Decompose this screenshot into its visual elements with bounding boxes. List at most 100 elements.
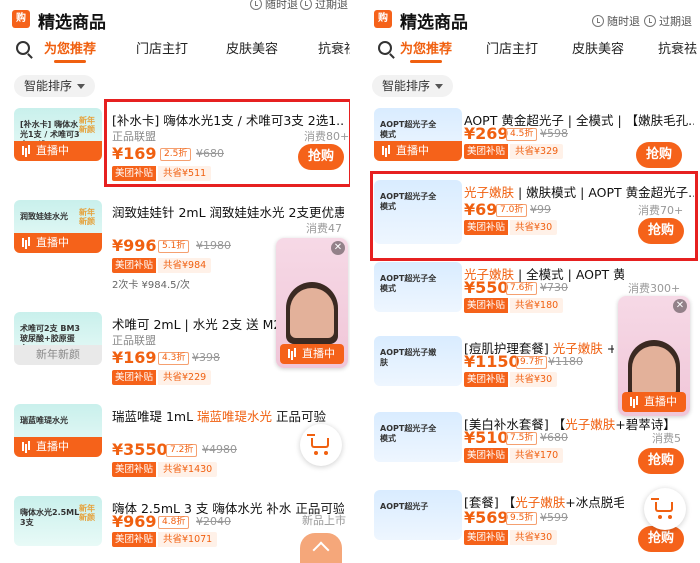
category-tabs: 为您推荐 门店主打 皮肤美容 抗衰祛 <box>362 38 700 64</box>
savings-tag: 共省¥170 <box>510 448 564 463</box>
check-circle-icon <box>644 15 656 27</box>
left-screen: 购 精选商品 随时退 过期退 为您推荐 门店主打 皮肤美容 抗衰祛 智能排序 [… <box>0 0 350 563</box>
product-name[interactable]: 瑞蓝唯瑅 1mL 瑞蓝唯瑅水光 正品可验 <box>112 406 344 425</box>
buy-button[interactable]: 抢购 <box>636 142 682 168</box>
host-avatar <box>632 346 676 396</box>
live-badge[interactable]: 直播中 <box>374 141 462 161</box>
subsidy-tag: 美团补贴 <box>464 298 509 313</box>
expired-refund-label: 过期退 <box>300 0 348 12</box>
discount-badge: 7.5折 <box>506 432 538 445</box>
subsidy-tag: 美团补贴 <box>112 462 157 477</box>
page-title: 精选商品 <box>400 13 468 33</box>
tab-anti-aging[interactable]: 抗衰祛 <box>318 38 350 57</box>
product-price: ¥269 <box>464 124 509 143</box>
product-image: AOPT超光子全模式 <box>374 412 462 462</box>
check-circle-icon <box>592 15 604 27</box>
product-price: ¥510 <box>464 428 509 447</box>
expired-refund-label: 过期退 <box>644 13 692 29</box>
close-icon[interactable]: ✕ <box>331 241 345 255</box>
sold-count: 消费5 <box>652 432 681 445</box>
live-badge[interactable]: 直播中 <box>14 437 102 457</box>
close-icon[interactable]: ✕ <box>673 299 687 313</box>
live-stream-badge[interactable]: 直播中 <box>280 344 344 364</box>
discount-badge: 9.7折 <box>516 356 548 369</box>
search-icon[interactable] <box>378 41 392 55</box>
subsidy-tag: 美团补贴 <box>112 370 157 385</box>
original-price: ¥598 <box>540 127 568 140</box>
tab-skin-beauty[interactable]: 皮肤美容 <box>572 38 624 57</box>
search-icon[interactable] <box>16 41 30 55</box>
live-stream-preview[interactable]: ✕ 直播中 <box>618 296 690 416</box>
subsidy-tag: 美团补贴 <box>464 530 509 545</box>
tab-store-featured[interactable]: 门店主打 <box>136 38 188 57</box>
new-arrival-label: 新品上市 <box>302 514 346 527</box>
original-price: ¥1980 <box>196 239 231 252</box>
product-price: ¥3550 <box>112 440 168 459</box>
buy-button[interactable]: 抢购 <box>638 526 684 552</box>
product-price: ¥169 <box>112 348 157 367</box>
sort-dropdown[interactable]: 智能排序 <box>14 75 96 97</box>
live-stream-badge[interactable]: 直播中 <box>622 392 686 412</box>
savings-tag: 共省¥1071 <box>158 532 218 547</box>
scroll-top-button[interactable] <box>300 533 342 563</box>
live-badge[interactable]: 直播中 <box>14 233 102 253</box>
original-price: ¥398 <box>192 351 220 364</box>
product-image: AOPT超光子全模式 <box>374 262 462 312</box>
live-badge[interactable]: 直播中 <box>14 141 102 161</box>
new-year-badge: 新年新颜 <box>14 345 102 365</box>
cart-icon <box>307 434 329 448</box>
product-subtitle: 正品联盟 <box>112 334 156 347</box>
subsidy-tag: 美团补贴 <box>464 372 509 387</box>
product-card[interactable]: 瑞蓝唯瑅水光 直播中 瑞蓝唯瑅 1mL 瑞蓝唯瑅水光 正品可验 ¥3550 7.… <box>0 400 350 488</box>
divider <box>350 0 362 563</box>
savings-tag: 共省¥180 <box>510 298 564 313</box>
product-price: ¥969 <box>112 512 157 531</box>
product-card[interactable]: AOPT超光子全模式 [美白补水套餐] 【光子嫩肤+碧萃诗】 ¥510 7.5折… <box>362 408 700 496</box>
subsidy-tag: 美团补贴 <box>464 144 509 159</box>
header: 购 精选商品 随时退 过期退 <box>0 0 350 38</box>
tab-store-featured[interactable]: 门店主打 <box>486 38 538 57</box>
savings-tag: 共省¥1430 <box>158 462 218 477</box>
discount-badge: 4.3折 <box>158 352 190 365</box>
buy-button[interactable]: 抢购 <box>638 448 684 474</box>
discount-badge: 7.6折 <box>506 282 538 295</box>
product-price: ¥1150 <box>464 352 520 371</box>
header: 购 精选商品 随时退 过期退 <box>362 0 700 38</box>
tab-anti-aging[interactable]: 抗衰祛 <box>658 38 697 57</box>
check-circle-icon <box>250 0 262 10</box>
category-tabs: 为您推荐 门店主打 皮肤美容 抗衰祛 <box>0 38 350 64</box>
product-image: AOPT超光子嫩肤 <box>374 336 462 386</box>
subsidy-tag: 美团补贴 <box>112 532 157 547</box>
product-card[interactable]: 嗨体水光2.5ML 3支 新年新颜 嗨体 2.5mL 3 支 嗨体水光 补水 正… <box>0 492 350 563</box>
live-stream-preview[interactable]: ✕ 直播中 <box>276 238 348 368</box>
return-anytime-label: 随时退 <box>250 0 298 12</box>
sold-count: 消费300+ <box>628 282 681 295</box>
product-name[interactable]: 术唯可 2mL | 水光 2支 送 M22 <box>112 314 276 333</box>
subsidy-tag: 美团补贴 <box>112 258 157 273</box>
tab-recommended[interactable]: 为您推荐 <box>400 38 452 63</box>
original-price: ¥2040 <box>196 515 231 528</box>
tab-skin-beauty[interactable]: 皮肤美容 <box>226 38 278 57</box>
page-title: 精选商品 <box>38 13 106 33</box>
product-price: ¥996 <box>112 236 157 255</box>
discount-badge: 4.5折 <box>506 128 538 141</box>
sold-count: 消费47 <box>306 222 342 235</box>
savings-tag: 共省¥30 <box>510 530 558 545</box>
original-price: ¥1180 <box>548 355 583 368</box>
shop-logo-icon: 购 <box>374 10 392 28</box>
savings-tag: 共省¥329 <box>510 144 564 159</box>
discount-badge: 9.5折 <box>506 512 538 525</box>
product-name[interactable]: 润致娃娃针 2mL 润致娃娃水光 2支更优惠 <box>112 202 344 221</box>
product-image: 嗨体水光2.5ML 3支 新年新颜 <box>14 496 102 546</box>
cart-button[interactable] <box>300 424 342 466</box>
shop-logo-icon: 购 <box>12 10 30 28</box>
cart-button[interactable] <box>644 488 686 530</box>
highlight-box <box>370 171 698 261</box>
savings-tag: 共省¥229 <box>158 370 212 385</box>
original-price: ¥599 <box>540 511 568 524</box>
host-avatar <box>290 288 334 338</box>
sort-dropdown[interactable]: 智能排序 <box>372 75 454 97</box>
product-image: AOPT超光子 <box>374 490 462 540</box>
original-price: ¥4980 <box>202 443 237 456</box>
tab-recommended[interactable]: 为您推荐 <box>44 38 96 63</box>
